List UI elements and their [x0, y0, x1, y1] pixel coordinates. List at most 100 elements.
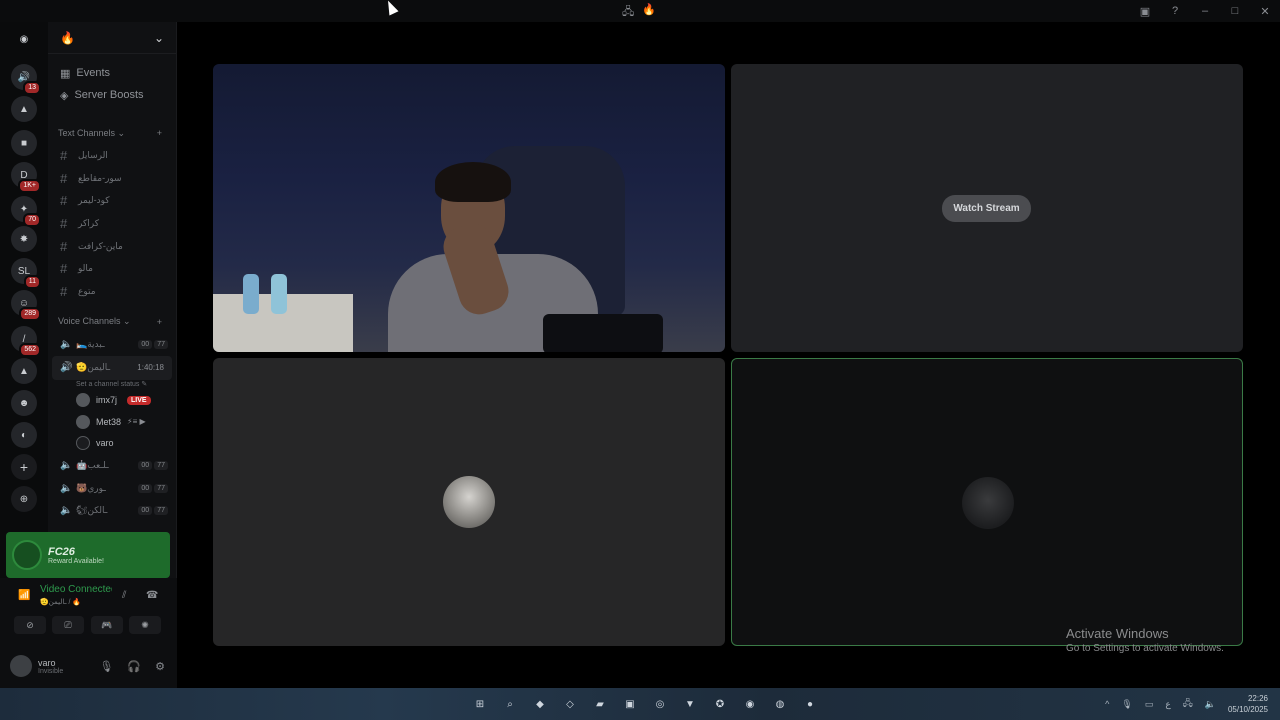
active-voice-channel[interactable]: 🔊 🫡ـاليمن 1:40:18 — [52, 355, 172, 380]
server-icon-server-12[interactable]: ◐ — [11, 422, 37, 448]
discord-icon[interactable]: ◉ — [740, 694, 760, 714]
gear-icon[interactable]: ⚙ — [155, 660, 165, 673]
reward-banner[interactable]: FC26 Reward Available! — [6, 532, 170, 578]
server-icon-server-5[interactable]: ✦ 70 — [11, 196, 41, 227]
language-indicator[interactable]: ع — [1165, 699, 1170, 710]
avatar — [76, 414, 90, 429]
store-icon[interactable]: ▣ — [620, 694, 640, 714]
reward-title: FC26 — [48, 545, 75, 558]
user-panel: varo Invisible 🎙 🎧 ⚙ — [0, 644, 177, 688]
server-icon-server-3[interactable]: ■ — [11, 130, 37, 156]
text-channel[interactable]: # سور-مقاطع — [48, 167, 176, 190]
app-icon[interactable]: ● — [800, 694, 820, 714]
hash-icon: # — [60, 193, 68, 209]
user-count: 00 — [138, 460, 153, 470]
text-channel[interactable]: # ماين-كرافت — [48, 235, 176, 258]
add-channel-icon[interactable]: + — [157, 128, 162, 138]
server-icon-server-11[interactable]: ☻ — [11, 390, 37, 416]
server-icon-server-10[interactable]: ▲ — [11, 358, 37, 384]
chevron-down-icon: ⌄ — [153, 30, 164, 45]
app-icon[interactable]: ◆ — [530, 694, 550, 714]
text-channel[interactable]: # كراكر — [48, 212, 176, 235]
category-label: Voice Channels — [58, 316, 121, 327]
system-tray: ^ 🎙 ▭ ع 🖧 🔈 22:26 05/10/2025 — [1105, 688, 1268, 720]
server-glyph: ■ — [20, 137, 28, 149]
text-channel[interactable]: # متوع — [48, 280, 176, 303]
video-tile-stream[interactable]: Watch Stream — [731, 64, 1243, 352]
video-tile-camera[interactable] — [213, 64, 725, 352]
file-explorer-icon[interactable]: ▰ — [590, 694, 610, 714]
edge-icon[interactable]: ◎ — [650, 694, 670, 714]
activity-button[interactable]: 🎮 — [91, 616, 123, 634]
microphone-icon[interactable]: 🎙 — [99, 660, 113, 673]
signal-icon[interactable]: 📶 — [18, 590, 30, 601]
video-tile-self[interactable] — [731, 358, 1243, 646]
clock[interactable]: 22:26 05/10/2025 — [1228, 693, 1268, 715]
help-icon[interactable]: ? — [1160, 0, 1190, 22]
user-limit: 77 — [154, 339, 168, 349]
search-icon[interactable]: ⌕ — [500, 694, 520, 714]
server-icon-server-2[interactable]: ▲ — [11, 96, 37, 122]
microphone-icon[interactable]: 🎙 — [1121, 699, 1132, 710]
channel-status[interactable]: Set a channel status ✎ — [48, 380, 176, 390]
server-header[interactable]: 🔥 ⌄ — [48, 22, 176, 54]
voice-channel[interactable]: 🔈 🛌ـبدية 00 77 — [48, 333, 176, 356]
text-channel[interactable]: # مالو — [48, 257, 176, 280]
server-icon-discord-home[interactable]: ◉ — [11, 26, 37, 52]
bottle-shape — [243, 274, 259, 314]
close-button[interactable]: ✕ — [1250, 0, 1280, 22]
server-icon-server-8[interactable]: ☺ 289 — [11, 290, 41, 321]
nav-server-boosts[interactable]: ◈ Server Boosts — [48, 84, 176, 106]
noise-suppression-icon[interactable]: ⫽ — [122, 590, 126, 601]
brave-icon[interactable]: ▼ — [680, 694, 700, 714]
show-hidden-icons[interactable]: ^ — [1105, 699, 1109, 709]
connection-status[interactable]: Video Connected — [40, 584, 112, 595]
copilot-icon[interactable]: ◇ — [560, 694, 580, 714]
start-icon[interactable]: ⊞ — [470, 694, 490, 714]
server-icon-server-4[interactable]: D 1K+ — [11, 162, 41, 193]
voice-channel[interactable]: 🔈 🐻ـوري 00 77 — [48, 477, 176, 500]
user-count: 00 — [138, 339, 153, 349]
category-voice-channels[interactable]: Voice Channels ⌄ + — [48, 311, 176, 333]
settings-icon[interactable]: ✪ — [710, 694, 730, 714]
username: varo — [38, 657, 56, 668]
microphone-shape — [543, 314, 663, 352]
voice-channel[interactable]: 🔈 🤖ـلـعب 00 77 — [48, 454, 176, 477]
server-icon-server-1[interactable]: 🔊 13 — [11, 64, 41, 95]
add-server-button[interactable]: + — [11, 454, 37, 480]
hash-icon: # — [60, 215, 68, 231]
browser-icon[interactable]: ◍ — [770, 694, 790, 714]
voice-channel[interactable]: 🔈 🐿ـالكن 00 77 — [48, 499, 176, 522]
display-icon[interactable]: ▭ — [1145, 699, 1154, 710]
voice-member[interactable]: imx7j LIVE — [48, 390, 176, 412]
inbox-icon[interactable]: ▣ — [1130, 0, 1160, 22]
volume-icon[interactable]: 🔈 — [1205, 699, 1216, 710]
watch-stream-button[interactable]: Watch Stream — [942, 195, 1031, 222]
voice-member[interactable]: Met38 ⚡≡ ▶ — [48, 411, 176, 433]
text-channel[interactable]: # كود-ليمر — [48, 189, 176, 212]
soundboard-button[interactable]: ✺ — [129, 616, 161, 634]
video-tile-participant[interactable] — [213, 358, 725, 646]
video-stage: Watch Stream — [177, 22, 1280, 688]
add-channel-icon[interactable]: + — [157, 317, 162, 327]
headphones-icon[interactable]: 🎧 — [127, 660, 141, 673]
server-icon-server-7[interactable]: SL 11 — [11, 258, 41, 289]
avatar[interactable] — [10, 655, 32, 677]
category-text-channels[interactable]: Text Channels ⌄ + — [48, 122, 176, 144]
network-icon[interactable]: 🖧 — [1183, 696, 1193, 712]
user-status: Invisible — [38, 667, 64, 675]
voice-member[interactable]: varo — [48, 433, 176, 455]
screen-share-button[interactable]: ⎚ — [52, 616, 84, 634]
server-icon-server-6[interactable]: ✸ — [11, 226, 37, 252]
nav-events[interactable]: ▦ Events — [48, 62, 176, 84]
mention-badge: 11 — [23, 275, 41, 289]
disconnect-icon[interactable]: ☎ — [146, 590, 158, 601]
person-hair — [435, 162, 511, 202]
discover-button[interactable]: ⊕ — [11, 486, 37, 512]
text-channel[interactable]: # الرسايل — [48, 144, 176, 167]
minimize-button[interactable]: – — [1190, 0, 1220, 22]
server-icon-server-9[interactable]: /562 — [11, 326, 41, 357]
maximize-button[interactable]: □ — [1220, 0, 1250, 22]
camera-button[interactable]: ⊘ — [14, 616, 46, 634]
server-glyph: ▲ — [19, 103, 29, 115]
